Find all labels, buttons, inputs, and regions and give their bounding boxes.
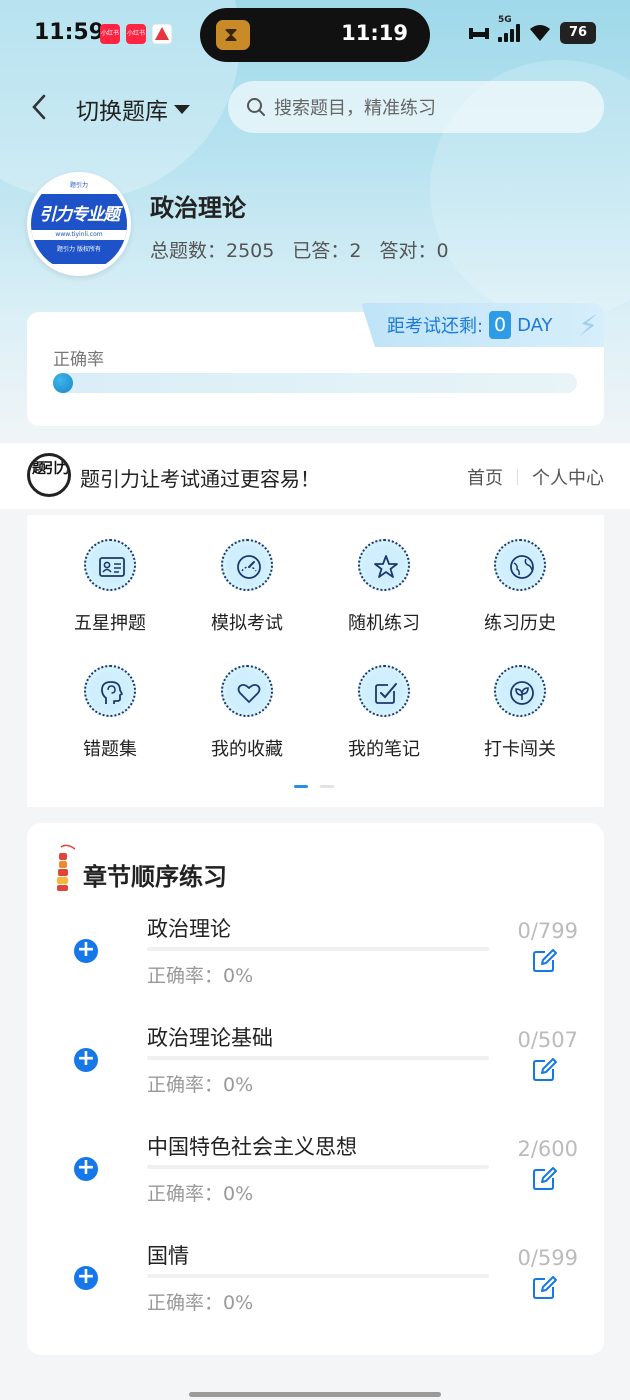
home-indicator[interactable] — [189, 1392, 441, 1397]
chapter-accuracy: 正确率：0% — [147, 1074, 254, 1096]
edit-icon[interactable] — [532, 1274, 558, 1300]
subject-title: 政治理论 — [150, 194, 246, 222]
chapter-row[interactable]: + 中国特色社会主义思想 正确率：0% 2/600 — [27, 1131, 604, 1231]
switch-question-bank[interactable]: 切换题库 — [76, 92, 190, 126]
subject-stats: 总题数：2505 已答：2 答对：0 — [150, 236, 449, 263]
subject-logo: 题引力 引力专业题 www.tiyinli.com 题引力 版权所有 — [27, 172, 131, 276]
function-grid: 五星押题 模拟考试 随机练习 练习历史 错题集 我的收藏 我的笔记 打卡闯关 — [27, 515, 604, 807]
expand-plus-icon[interactable]: + — [74, 939, 98, 963]
accuracy-card: 距考试还剩: 0 DAY ⚡ 正确率 — [27, 303, 604, 426]
sprout-icon — [494, 665, 546, 717]
edit-icon[interactable] — [532, 1056, 558, 1082]
search-icon — [247, 98, 265, 116]
back-arrow-icon[interactable] — [28, 92, 52, 122]
brand-logo: 题引力 — [27, 453, 71, 497]
wifi-icon — [528, 24, 552, 42]
search-input[interactable]: 搜索题目，精准练习 — [228, 81, 604, 133]
page-dot[interactable] — [320, 785, 334, 788]
accuracy-progress-bar — [53, 373, 577, 393]
firecracker-icon — [57, 844, 76, 891]
edit-icon[interactable] — [532, 1165, 558, 1191]
chapter-row[interactable]: + 国情 正确率：0% 0/599 — [27, 1240, 604, 1340]
signal-icon: 5G — [498, 15, 520, 42]
accuracy-label: 正确率 — [53, 350, 104, 370]
progress-handle — [53, 373, 73, 393]
countdown-label: 距考试还剩: — [387, 316, 484, 337]
triangle-app-icon — [152, 24, 172, 44]
expand-plus-icon[interactable]: + — [74, 1048, 98, 1072]
island-timer: 11:19 — [341, 21, 408, 45]
chapter-accuracy: 正确率：0% — [147, 1183, 254, 1205]
edit-icon[interactable] — [532, 947, 558, 973]
head-brain-icon — [84, 665, 136, 717]
status-bar: 11:59 小红书 小红书 11:19 5G 76 — [0, 0, 630, 70]
chapter-practice-card: 章节顺序练习 + 政治理论 正确率：0% 0/799 + 政治理论基础 正确率：… — [27, 823, 604, 1355]
chapter-name: 国情 — [147, 1244, 189, 1268]
dynamic-island[interactable]: 11:19 — [200, 8, 430, 62]
note-check-icon — [358, 665, 410, 717]
func-favorites[interactable]: 我的收藏 — [187, 665, 307, 761]
xiaohongshu-notification-icon: 小红书 — [126, 24, 146, 44]
chapter-row[interactable]: + 政治理论基础 正确率：0% 0/507 — [27, 1022, 604, 1122]
total-questions: 总题数：2505 — [150, 240, 275, 262]
profile-link[interactable]: 个人中心 — [532, 464, 604, 490]
exam-countdown: 距考试还剩: 0 DAY ⚡ — [361, 303, 604, 347]
expand-plus-icon[interactable]: + — [74, 1266, 98, 1290]
heart-icon — [221, 665, 273, 717]
home-link[interactable]: 首页 — [467, 464, 503, 490]
globe-history-icon — [494, 539, 546, 591]
page-indicator — [294, 785, 334, 788]
chapter-progress-bar — [147, 1056, 489, 1060]
xiaohongshu-notification-icon: 小红书 — [100, 24, 120, 44]
chapter-count: 0/799 — [517, 919, 578, 943]
countdown-unit: DAY — [517, 314, 553, 336]
func-mock-exam[interactable]: 模拟考试 — [187, 539, 307, 635]
func-notes[interactable]: 我的笔记 — [324, 665, 444, 761]
func-checkin[interactable]: 打卡闯关 — [460, 665, 580, 761]
id-card-icon — [84, 539, 136, 591]
bed-icon — [469, 28, 489, 39]
chapter-count: 0/599 — [517, 1246, 578, 1270]
lightning-icon: ⚡ — [578, 309, 598, 342]
battery-icon: 76 — [560, 22, 596, 44]
answered-count: 已答：2 — [292, 240, 362, 262]
status-indicators: 5G 76 — [468, 15, 596, 44]
banner-slogan: 题引力让考试通过更容易！ — [80, 467, 320, 491]
hourglass-icon — [216, 20, 250, 50]
chapter-row[interactable]: + 政治理论 正确率：0% 0/799 — [27, 913, 604, 1013]
chapter-progress-bar — [147, 1165, 489, 1169]
func-history[interactable]: 练习历史 — [460, 539, 580, 635]
correct-count: 答对：0 — [379, 240, 449, 262]
link-divider — [517, 469, 518, 485]
chapter-count: 0/507 — [517, 1028, 578, 1052]
chapter-name: 中国特色社会主义思想 — [147, 1135, 357, 1159]
countdown-days: 0 — [489, 311, 512, 339]
chapter-count: 2/600 — [517, 1137, 578, 1161]
func-wrong-questions[interactable]: 错题集 — [50, 665, 170, 761]
random-star-icon — [358, 539, 410, 591]
chapter-progress-bar — [147, 947, 489, 951]
speedometer-icon — [221, 539, 273, 591]
chapter-section-title: 章节顺序练习 — [83, 863, 227, 891]
banner-links: 首页 个人中心 — [467, 464, 604, 490]
caret-down-icon — [174, 104, 190, 114]
search-placeholder: 搜索题目，精准练习 — [274, 98, 436, 119]
func-five-star[interactable]: 五星押题 — [50, 539, 170, 635]
expand-plus-icon[interactable]: + — [74, 1157, 98, 1181]
chapter-accuracy: 正确率：0% — [147, 965, 254, 987]
chapter-name: 政治理论基础 — [147, 1026, 273, 1050]
switch-bank-label: 切换题库 — [76, 99, 168, 125]
slogan-banner: 题引力 题引力让考试通过更容易！ 首页 个人中心 — [0, 443, 630, 509]
chapter-progress-bar — [147, 1274, 489, 1278]
status-time: 11:59 — [34, 20, 105, 45]
page-dot-active — [294, 785, 308, 788]
func-random-practice[interactable]: 随机练习 — [324, 539, 444, 635]
chapter-name: 政治理论 — [147, 917, 231, 941]
chapter-accuracy: 正确率：0% — [147, 1292, 254, 1314]
